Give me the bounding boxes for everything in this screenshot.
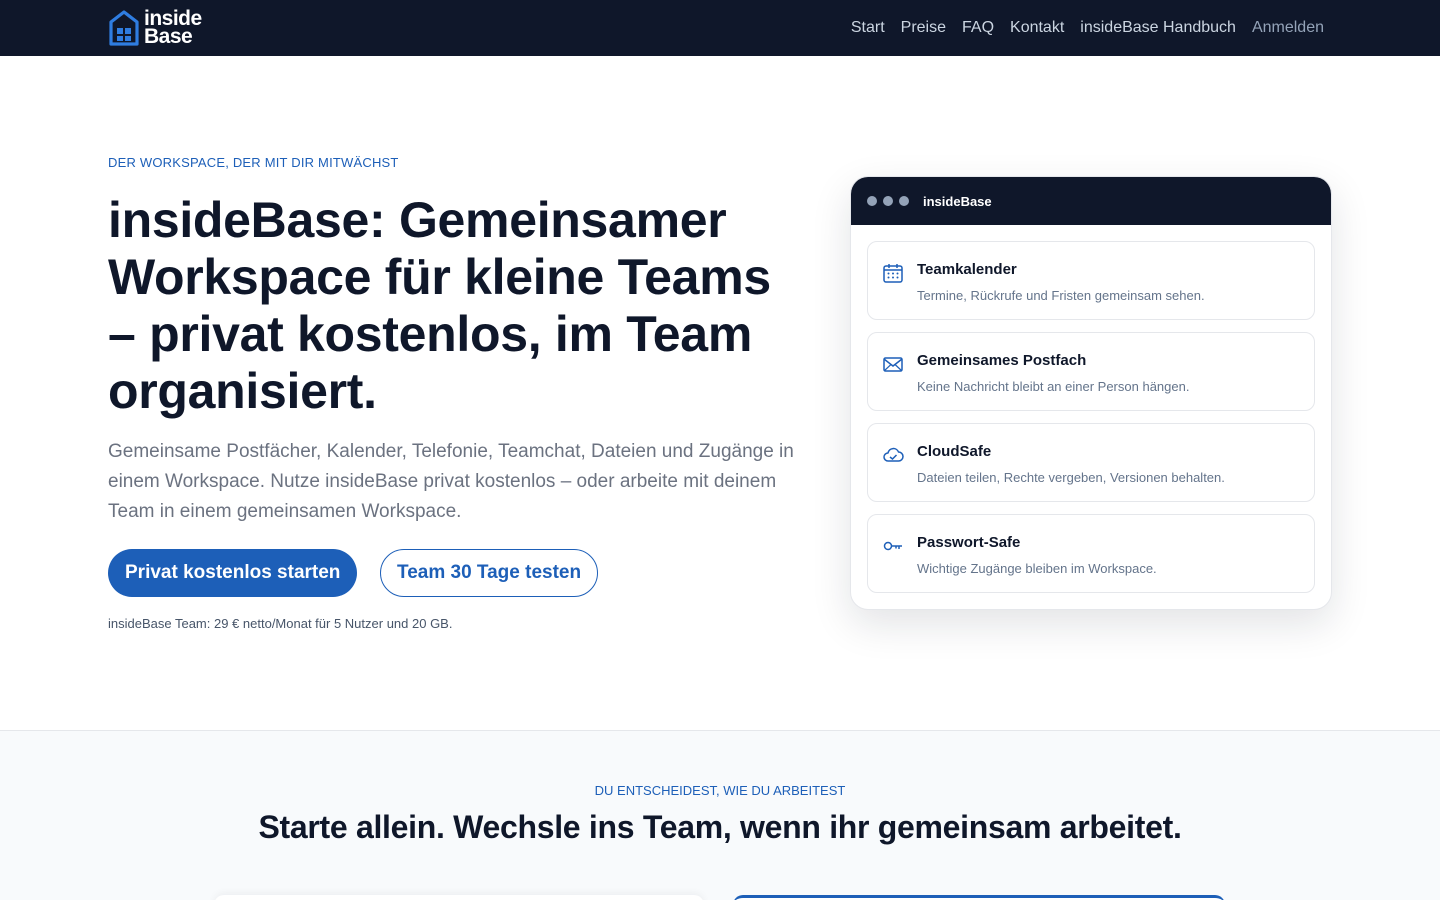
hero-eyebrow: DER WORKSPACE, DER MIT DIR MITWÄCHST (108, 155, 399, 170)
feature-passwort-safe: Passwort-Safe Wichtige Zugänge bleiben i… (867, 514, 1315, 593)
app-window-title: insideBase (923, 193, 992, 209)
cloud-icon (883, 447, 904, 462)
feature-description: Wichtige Zugänge bleiben im Workspace. (917, 561, 1157, 576)
logo-text-base: Base (144, 25, 193, 48)
feature-description: Dateien teilen, Rechte vergeben, Version… (917, 470, 1225, 485)
feature-title: Teamkalender (917, 261, 1017, 278)
nav-link-handbuch[interactable]: insideBase Handbuch (1080, 19, 1236, 37)
app-window-bar: insideBase (851, 177, 1331, 225)
section-title: Starte allein. Wechsle ins Team, wenn ih… (258, 809, 1182, 845)
feature-title: Passwort-Safe (917, 534, 1021, 551)
logo[interactable]: inside Base (108, 8, 202, 48)
start-free-button[interactable]: Privat kostenlos starten (108, 549, 358, 597)
plan-card-private (214, 895, 704, 900)
nav-link-kontakt[interactable]: Kontakt (1010, 19, 1064, 37)
top-navbar: inside Base Start Preise FAQ Kontakt ins… (0, 0, 1440, 56)
price-note: insideBase Team: 29 € netto/Monat für 5 … (108, 616, 453, 631)
feature-title: Gemeinsames Postfach (917, 352, 1087, 369)
mail-icon (883, 357, 903, 372)
window-dot (867, 196, 877, 206)
nav-links: Start Preise FAQ Kontakt insideBase Hand… (851, 0, 1324, 56)
calendar-icon (883, 264, 903, 283)
window-dot (883, 196, 893, 206)
feature-title: CloudSafe (917, 443, 992, 460)
app-preview-card: insideBase Teamkalender Termine, Rückruf… (850, 176, 1332, 610)
house-logo-icon (109, 10, 139, 46)
mode-choice-section: DU ENTSCHEIDEST, WIE DU ARBEITEST Starte… (0, 730, 1440, 900)
nav-link-anmelden[interactable]: Anmelden (1252, 19, 1324, 37)
nav-link-faq[interactable]: FAQ (962, 19, 994, 37)
key-icon (883, 541, 902, 551)
feature-description: Keine Nachricht bleibt an einer Person h… (917, 379, 1190, 394)
team-trial-button[interactable]: Team 30 Tage testen (380, 549, 599, 597)
hero-title: insideBase: Gemeinsamer Workspace für kl… (108, 192, 771, 419)
window-dot (899, 196, 909, 206)
plan-card-team (733, 895, 1225, 900)
nav-link-preise[interactable]: Preise (901, 19, 946, 37)
feature-cloudsafe: CloudSafe Dateien teilen, Rechte vergebe… (867, 423, 1315, 502)
hero-description: Gemeinsame Postfächer, Kalender, Telefon… (108, 441, 794, 522)
nav-link-start[interactable]: Start (851, 19, 885, 37)
section-eyebrow: DU ENTSCHEIDEST, WIE DU ARBEITEST (594, 783, 846, 798)
feature-postfach: Gemeinsames Postfach Keine Nachricht ble… (867, 332, 1315, 411)
feature-teamkalender: Teamkalender Termine, Rückrufe und Frist… (867, 241, 1315, 320)
feature-description: Termine, Rückrufe und Fristen gemeinsam … (917, 288, 1205, 303)
